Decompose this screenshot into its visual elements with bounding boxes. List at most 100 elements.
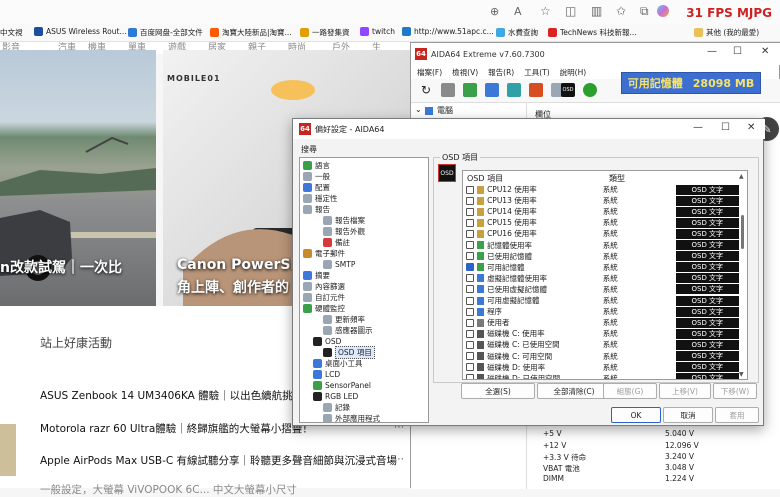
bookmark[interactable]: http://www.51apc.c... [402,27,494,36]
osd-item-checkbox[interactable] [466,241,474,250]
osd-item-checkbox[interactable] [466,218,474,227]
osd-item-row[interactable]: 已使用虛擬記憶體 系統 OSD 文字 [463,284,739,295]
tree-expand-icon[interactable]: ⌄ [415,105,422,114]
article-card[interactable]: n改款試駕｜一次比 [0,50,156,306]
bookmark-folder[interactable]: 其他 (我的最愛) [694,27,759,38]
column-header-item[interactable]: OSD 項目 [467,173,503,184]
osd-item-row[interactable]: CPU16 使用率 系統 OSD 文字 [463,228,739,239]
osd-item-checkbox[interactable] [466,185,474,194]
report-icon[interactable] [441,83,455,97]
menu-file[interactable]: 檔案(F) [417,67,442,78]
osd-item-row[interactable]: CPU15 使用率 系統 OSD 文字 [463,217,739,228]
osd-item-checkbox[interactable] [466,352,474,361]
osd-item-row[interactable]: 磁碟機 D: 已使用空間 系統 OSD 文字 [463,373,739,379]
read-aloud-icon[interactable]: A [514,5,522,18]
menu-help[interactable]: 說明(H) [560,67,587,78]
gauge-icon[interactable] [583,83,597,97]
osd-item-row[interactable]: 磁碟機 D: 使用率 系統 OSD 文字 [463,362,739,373]
menu-report[interactable]: 報告(R) [488,67,514,78]
collections-icon[interactable]: ⧉ [640,4,649,19]
osd-item-checkbox[interactable] [466,274,474,283]
osd-item-row[interactable]: 已使用記憶體 系統 OSD 文字 [463,251,739,262]
osd-item-checkbox[interactable] [466,307,474,316]
osd-toolbar-icon[interactable]: OSD [561,83,575,97]
apply-button[interactable]: 套用 [715,407,759,423]
clear-all-button[interactable]: 全部清除(C) [537,383,611,399]
tree-node[interactable]: 配置 [303,182,330,193]
tree-node[interactable]: 記錄 [323,402,350,413]
tree-node[interactable]: 內容篩選 [303,281,345,292]
tree-node[interactable]: 更新頻率 [323,314,365,325]
article-link[interactable]: Motorola razr 60 Ultra體驗｜終歸旗艦的大螢幕小摺疊！ [40,421,313,436]
tree-node[interactable]: SensorPanel [313,380,371,391]
network-icon[interactable] [485,83,499,97]
tree-node[interactable]: 報告檔案 [323,215,365,226]
osd-item-checkbox[interactable] [466,329,474,338]
osd-item-row[interactable]: CPU12 使用率 系統 OSD 文字 [463,184,739,195]
bookmark[interactable]: twitch [360,27,395,36]
tree-node[interactable]: 備註 [323,237,350,248]
bookmark[interactable]: 水費查詢 [496,27,538,38]
tree-node[interactable]: OSD 項目 [323,346,375,359]
osd-item-row[interactable]: 程序 系統 OSD 文字 [463,306,739,317]
tree-node[interactable]: 報告外觀 [323,226,365,237]
more-icon[interactable]: ⋯ [394,454,404,465]
osd-item-checkbox[interactable] [466,374,474,379]
tree-node[interactable]: RGB LED [313,391,358,402]
split-screen-icon[interactable]: ▥ [591,4,602,18]
bookmark[interactable]: 淘寶大陸新品|淘寶... [210,27,292,38]
tree-node[interactable]: LCD [313,369,340,380]
scroll-up-icon[interactable]: ▲ [739,173,744,180]
copilot-icon[interactable] [657,5,669,17]
refresh-icon[interactable]: ↻ [419,83,433,97]
tree-node[interactable]: 摘要 [303,270,330,281]
close-icon[interactable]: ✕ [747,122,755,133]
osd-item-row[interactable]: 可用虛擬記憶體 系統 OSD 文字 [463,295,739,306]
configure-button[interactable]: 組態(G) [603,383,657,399]
osd-item-checkbox[interactable] [466,252,474,261]
disk-icon[interactable] [507,83,521,97]
column-header-type[interactable]: 類型 [609,173,625,184]
article-link[interactable]: 一般設定，大螢幕 ViVOPOOK 6C... 中文大螢幕小尺寸 [40,482,297,497]
tree-node[interactable]: 語言 [303,160,330,171]
bookmark[interactable]: 中文視 [0,27,23,38]
move-up-button[interactable]: 上移(V) [659,383,711,399]
osd-item-checkbox[interactable] [466,263,474,272]
maximize-icon[interactable]: ☐ [721,122,730,133]
tree-node[interactable]: 報告 [303,204,330,215]
osd-item-checkbox[interactable] [466,318,474,327]
tree-node[interactable]: 穩定性 [303,193,338,204]
select-all-button[interactable]: 全選(S) [461,383,535,399]
scroll-down-icon[interactable]: ▼ [739,371,744,378]
move-down-button[interactable]: 下移(W) [713,383,757,399]
osd-item-row[interactable]: 可用記憶體 系統 OSD 文字 [463,262,739,273]
cancel-button[interactable]: 取消 [663,407,713,423]
extension-icon[interactable]: ◫ [565,4,576,18]
osd-item-row[interactable]: 虛擬記憶體使用率 系統 OSD 文字 [463,273,739,284]
scrollbar[interactable] [741,215,744,249]
close-icon[interactable]: ✕ [761,46,769,57]
osd-item-checkbox[interactable] [466,207,474,216]
zoom-icon[interactable]: ⊕ [490,5,499,18]
maximize-icon[interactable]: ☐ [733,46,742,57]
tree-node[interactable]: 外部應用程式 [323,413,380,422]
menu-view[interactable]: 檢視(V) [452,67,478,78]
tree-node[interactable]: SMTP [323,259,355,270]
tree-node[interactable]: 電子郵件 [303,248,345,259]
osd-item-row[interactable]: 使用者 系統 OSD 文字 [463,317,739,328]
osd-item-checkbox[interactable] [466,229,474,238]
ok-button[interactable]: OK [611,407,661,423]
bookmark[interactable]: TechNews 科技新報... [548,27,637,38]
favorite-star-icon[interactable]: ☆ [540,4,551,18]
osd-item-row[interactable]: 磁碟機 C: 可用空間 系統 OSD 文字 [463,351,739,362]
osd-item-row[interactable]: 磁碟機 C: 已使用空間 系統 OSD 文字 [463,339,739,350]
osd-item-checkbox[interactable] [466,340,474,349]
osd-item-checkbox[interactable] [466,363,474,372]
minimize-icon[interactable]: — [707,46,717,57]
osd-item-row[interactable]: CPU14 使用率 系統 OSD 文字 [463,206,739,217]
minimize-icon[interactable]: — [693,122,703,133]
benchmark-icon[interactable] [529,83,543,97]
bookmark[interactable]: 一路發集資 [300,27,350,38]
tree-node[interactable]: 一般 [303,171,330,182]
osd-item-row[interactable]: 記憶體使用率 系統 OSD 文字 [463,240,739,251]
